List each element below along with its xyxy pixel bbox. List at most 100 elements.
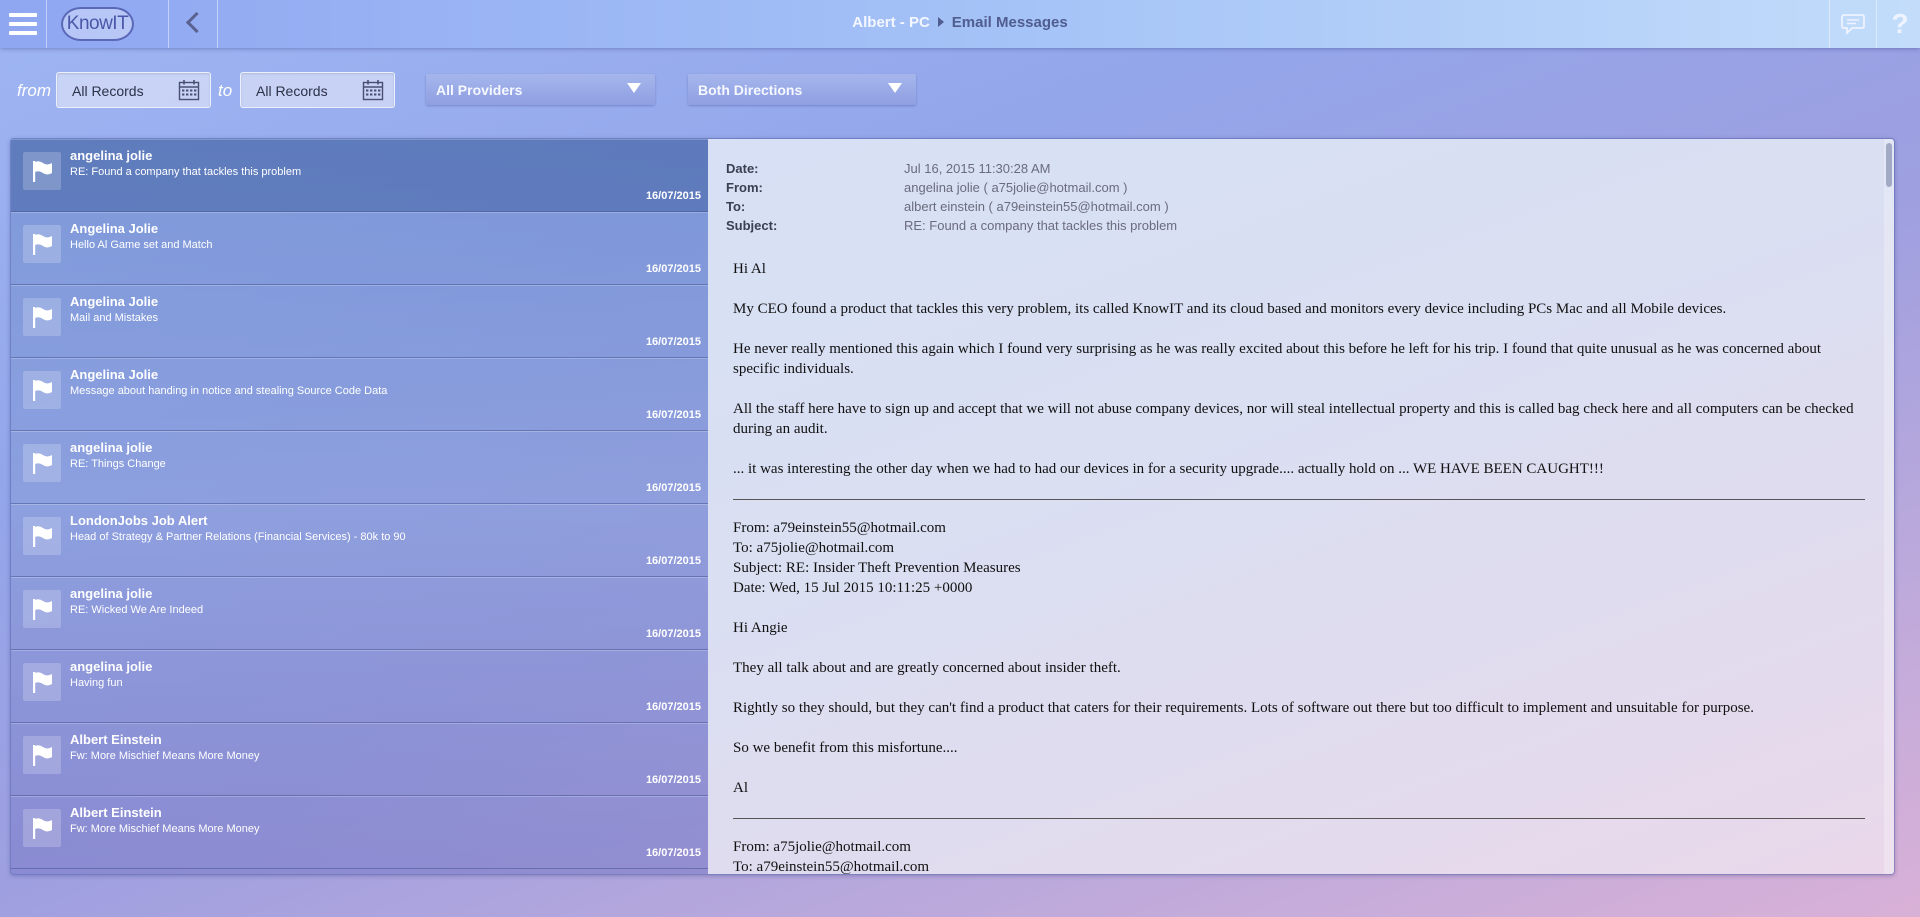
email-sender: LondonJobs Job Alert [70,513,208,528]
email-list-item[interactable]: Angelina Jolie Message about handing in … [11,358,708,431]
email-sender: angelina jolie [70,148,153,163]
breadcrumb-current: Email Messages [951,13,1068,31]
scrollbar-thumb[interactable] [1886,143,1892,187]
email-date: 16/07/2015 [645,482,701,494]
meta-date-label: Date: [726,161,759,176]
quoted-signature: Al [733,780,748,796]
provider-dropdown[interactable]: All Providers [426,74,655,105]
meta-subject-label: Subject: [726,218,778,233]
email-list-item[interactable]: angelina jolie RE: Found a company that … [11,139,708,212]
email-sender: angelina jolie [70,659,153,674]
flag-icon[interactable] [23,517,61,555]
breadcrumb-root[interactable]: Albert - PC [852,14,930,31]
email-subject: Fw: More Mischief Means More Money [70,823,260,835]
flag-icon[interactable] [23,225,61,263]
quoted-subject: Subject: RE: Insider Theft Prevention Me… [733,560,1021,576]
email-date: 16/07/2015 [645,555,701,567]
quoted-from: From: a75jolie@hotmail.com [733,839,911,855]
flag-icon[interactable] [23,298,61,336]
meta-from-value: angelina jolie ( a75jolie@hotmail.com ) [904,180,1128,195]
flag-icon[interactable] [23,444,61,482]
calendar-icon[interactable] [362,79,384,101]
email-sender: Angelina Jolie [70,294,159,309]
help-question-icon[interactable]: ? [1880,0,1920,48]
quoted-greeting: Hi Angie [733,620,788,636]
email-sender: Albert Einstein [70,732,162,747]
quoted-paragraph: They all talk about and are greatly conc… [733,660,1121,676]
email-panel: angelina jolie RE: Found a company that … [10,138,1895,875]
email-list-item[interactable]: angelina jolie Having fun 16/07/2015 [11,650,708,723]
email-subject: Fw: More Mischief Means More Money [70,750,260,762]
quoted-to: To: a79einstein55@hotmail.com [733,859,930,874]
top-bar: KnowIT Albert - PC Email Messages ? [0,0,1920,48]
from-date-field[interactable]: All Records [56,72,211,108]
email-date: 16/07/2015 [645,409,701,421]
knowit-logo[interactable]: KnowIT [61,7,134,41]
flag-icon[interactable] [23,809,61,847]
logo-text: KnowIT [66,13,129,34]
email-list-item[interactable]: Angelina Jolie Hello Al Game set and Mat… [11,212,708,285]
chat-bubble-icon[interactable] [1830,0,1874,48]
quoted-paragraph: Rightly so they should, but they can't f… [733,700,1754,716]
email-list-item[interactable]: LondonJobs Job Alert Head of Strategy & … [11,504,708,577]
email-date: 16/07/2015 [645,701,701,713]
direction-dropdown[interactable]: Both Directions [688,74,916,105]
quoted-date: Date: Wed, 15 Jul 2015 10:11:25 +0000 [733,580,973,596]
email-list[interactable]: angelina jolie RE: Found a company that … [11,139,708,874]
quote-divider [733,499,1865,500]
back-arrow-icon[interactable] [170,0,216,48]
quoted-to: To: a75jolie@hotmail.com [733,540,895,556]
email-body: Hi Al My CEO found a product that tackle… [733,259,1865,874]
flag-icon[interactable] [23,152,61,190]
email-date: 16/07/2015 [645,190,701,202]
email-list-item[interactable]: Albert Einstein Fw: More Mischief Means … [11,723,708,796]
divider [168,0,169,48]
flag-icon[interactable] [23,663,61,701]
quote-divider [733,818,1865,819]
meta-to-label: To: [726,199,746,214]
body-paragraph: ... it was interesting the other day whe… [733,461,1604,477]
quoted-header: From: a75jolie@hotmail.com To: a79einste… [733,837,1865,874]
calendar-icon[interactable] [178,79,200,101]
email-date: 16/07/2015 [645,263,701,275]
body-paragraph: All the staff here have to sign up and a… [733,401,1854,437]
flag-icon[interactable] [23,736,61,774]
meta-subject-value: RE: Found a company that tackles this pr… [904,218,1178,233]
email-sender: angelina jolie [70,586,153,601]
email-subject: RE: Wicked We Are Indeed [70,604,204,616]
provider-selected: All Providers [436,82,523,98]
quoted-paragraph: So we benefit from this misfortune.... [733,740,958,756]
from-label: from [17,81,51,100]
email-subject: Having fun [70,677,123,689]
email-date: 16/07/2015 [645,774,701,786]
flag-icon[interactable] [23,590,61,628]
detail-scrollbar[interactable] [1884,139,1894,874]
email-sender: Angelina Jolie [70,221,159,236]
hamburger-menu-icon[interactable] [0,0,46,48]
body-greeting: Hi Al [733,261,766,277]
email-date: 16/07/2015 [645,336,701,348]
to-label: to [218,81,233,100]
chevron-down-icon [888,83,902,93]
email-subject: Head of Strategy & Partner Relations (Fi… [70,531,406,543]
divider [217,0,218,48]
email-date: 16/07/2015 [645,847,701,859]
meta-to-value: albert einstein ( a79einstein55@hotmail.… [904,199,1169,214]
meta-from-label: From: [726,180,763,195]
email-sender: angelina jolie [70,440,153,455]
email-sender: Angelina Jolie [70,367,159,382]
email-subject: Message about handing in notice and stea… [70,385,388,397]
email-list-item[interactable]: Angelina Jolie Mail and Mistakes 16/07/2… [11,285,708,358]
email-list-item[interactable]: angelina jolie RE: Things Change 16/07/2… [11,431,708,504]
divider [46,0,47,48]
email-detail-pane: Date: Jul 16, 2015 11:30:28 AM From: ang… [708,139,1894,874]
email-list-item[interactable]: Albert Einstein Fw: More Mischief Means … [11,796,708,869]
direction-selected: Both Directions [698,82,803,98]
email-subject: Hello Al Game set and Match [70,239,213,251]
to-date-field[interactable]: All Records [240,72,395,108]
quoted-from: From: a79einstein55@hotmail.com [733,520,946,536]
email-list-item[interactable]: angelina jolie RE: Wicked We Are Indeed … [11,577,708,650]
flag-icon[interactable] [23,371,61,409]
breadcrumb-arrow-icon [937,17,944,27]
to-date-value: All Records [256,83,328,99]
